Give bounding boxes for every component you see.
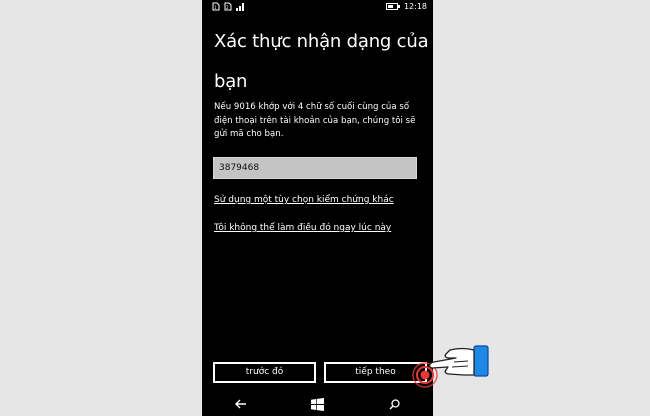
windows-icon	[311, 397, 324, 411]
svg-text:2: 2	[226, 5, 229, 10]
clock: 12:18	[403, 2, 427, 11]
battery-level	[387, 5, 393, 8]
cannot-do-now-link[interactable]: Tôi không thể làm điều đó ngay lúc này	[214, 223, 391, 233]
navigation-bar	[202, 392, 433, 416]
back-icon	[234, 399, 246, 409]
start-button[interactable]	[303, 394, 333, 414]
page-title: Xác thực nhận dạng của bạn	[214, 31, 429, 92]
description-text: Nếu 9016 khớp với 4 chữ số cuối cùng của…	[214, 102, 416, 139]
svg-text:1: 1	[214, 5, 217, 10]
pointing-hand-icon	[428, 345, 489, 377]
sim1-icon: 1	[212, 2, 220, 11]
status-icons: 1 2	[212, 2, 244, 11]
code-input[interactable]	[213, 157, 417, 179]
previous-button[interactable]: trước đó	[213, 362, 316, 383]
search-icon	[389, 398, 400, 410]
sim2-icon: 2	[224, 2, 232, 11]
search-button[interactable]	[380, 394, 410, 414]
battery-icon	[385, 3, 400, 10]
phone-screen: 1 2 12:18 Xác thực nhận dạng của bạn Nếu…	[202, 0, 433, 416]
other-verification-link[interactable]: Sử dụng một tùy chọn kiểm chứng khác	[214, 195, 394, 205]
status-bar: 1 2 12:18	[202, 0, 433, 16]
status-right: 12:18	[385, 2, 427, 11]
signal-icon	[236, 2, 244, 11]
tutorial-canvas: 1 2 12:18 Xác thực nhận dạng của bạn Nếu…	[0, 0, 650, 416]
back-button[interactable]	[226, 394, 256, 414]
